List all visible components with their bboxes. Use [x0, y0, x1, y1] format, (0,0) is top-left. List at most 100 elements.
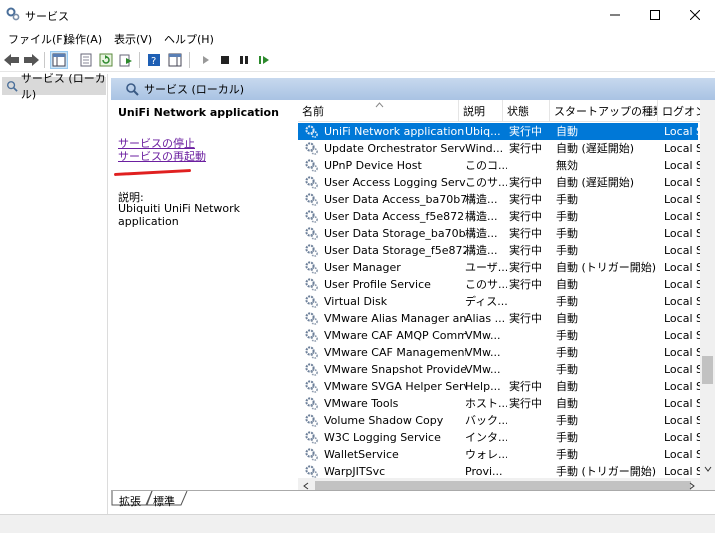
cell-status	[509, 293, 553, 310]
refresh-button[interactable]	[97, 51, 115, 69]
cell-startup: 自動	[556, 312, 578, 325]
cell-name: VMware CAF Management ...	[324, 346, 466, 359]
cell-desc: このコ...	[465, 159, 507, 172]
cell-status: 実行中	[509, 380, 542, 393]
cell-status: 実行中	[509, 142, 542, 155]
cell-name: User Data Storage_ba70b7	[324, 227, 466, 240]
vertical-scrollbar[interactable]	[700, 100, 715, 493]
cell-logon: Local S	[664, 176, 700, 189]
cell-status	[509, 412, 553, 429]
properties-icon	[80, 53, 92, 67]
tab-extended[interactable]: 拡張	[119, 493, 141, 509]
cell-desc: VMw...	[465, 329, 501, 342]
cell-name: User Profile Service	[324, 278, 431, 291]
service-row[interactable]: W3C Logging Service インタ... 手動 Local S	[298, 429, 700, 446]
service-row[interactable]: User Data Access_ba70b7 構造... 実行中 手動 Local S	[298, 191, 700, 208]
back-button[interactable]	[3, 51, 21, 69]
service-row[interactable]: User Data Access_f5e872 構造... 実行中 手動 Local S	[298, 208, 700, 225]
cell-status: 実行中	[509, 397, 542, 410]
menu-action[interactable]: 操作(A)	[64, 31, 102, 47]
service-row[interactable]: VMware CAF AMQP Comm... VMw... 手動 Local S	[298, 327, 700, 344]
service-row[interactable]: UPnP Device Host このコ... 無効 Local S	[298, 157, 700, 174]
forward-button[interactable]	[22, 51, 40, 69]
maximize-button[interactable]	[635, 0, 675, 29]
pause-icon	[240, 56, 248, 64]
horizontal-scroll-thumb[interactable]	[315, 481, 691, 490]
cell-desc: ホスト...	[465, 397, 507, 410]
service-row[interactable]: Update Orchestrator Service Wind... 実行中 自動 …	[298, 140, 700, 157]
restart-service-button[interactable]	[255, 51, 273, 69]
cell-desc: ユーザ...	[465, 261, 507, 274]
column-description[interactable]: 説明	[459, 100, 503, 122]
magnifier-gear-icon	[126, 83, 139, 96]
cell-desc: インタ...	[465, 431, 507, 444]
cell-startup: 無効	[556, 159, 578, 172]
service-row[interactable]: User Profile Service このサ... 実行中 自動 Local S	[298, 276, 700, 293]
service-row[interactable]: User Data Storage_ba70b7 構造... 実行中 手動 Local …	[298, 225, 700, 242]
column-name[interactable]: 名前	[298, 100, 459, 122]
cell-status: 実行中	[509, 193, 542, 206]
cell-desc: このサ...	[465, 176, 507, 189]
panel-header-title: サービス (ローカル)	[144, 83, 245, 96]
service-row[interactable]: VMware Snapshot Provider VMw... 手動 Local S	[298, 361, 700, 378]
service-row[interactable]: WalletService ウォレ... 手動 Local S	[298, 446, 700, 463]
column-status[interactable]: 状態	[503, 100, 550, 122]
menu-file[interactable]: ファイル(F)	[8, 31, 67, 47]
help-button[interactable]: ?	[145, 51, 163, 69]
restart-service-link[interactable]: サービスの再起動	[118, 148, 206, 164]
cell-name: User Manager	[324, 261, 401, 274]
cell-startup: 自動	[556, 397, 578, 410]
cell-status	[509, 361, 553, 378]
service-row[interactable]: User Access Logging Service このサ... 実行中 自動 (…	[298, 174, 700, 191]
show-hide-console-tree-button[interactable]	[50, 51, 68, 69]
start-service-button[interactable]	[197, 51, 215, 69]
service-row[interactable]: Virtual Disk ディス... 手動 Local S	[298, 293, 700, 310]
cell-startup: 手動	[556, 295, 578, 308]
service-row[interactable]: UniFi Network application Ubiq... 実行中 自動 Loc…	[298, 123, 700, 140]
help-icon: ?	[148, 54, 160, 67]
cell-startup: 自動 (トリガー開始)	[556, 261, 657, 274]
forward-arrow-icon	[24, 54, 39, 66]
cell-logon: Local S	[664, 329, 700, 342]
service-gear-icon	[305, 244, 318, 257]
console-tree-icon	[52, 53, 66, 67]
service-row[interactable]: VMware SVGA Helper ServiceHelp... 実行中 自動 Lo…	[298, 378, 700, 395]
show-action-pane-button[interactable]	[166, 51, 184, 69]
service-row[interactable]: VMware CAF Management ...VMw... 手動 Local S	[298, 344, 700, 361]
service-gear-icon	[305, 346, 318, 359]
service-gear-icon	[305, 261, 318, 274]
minimize-button[interactable]	[595, 0, 635, 29]
menu-view[interactable]: 表示(V)	[114, 31, 152, 47]
cell-logon: Local S	[664, 159, 700, 172]
service-row[interactable]: Volume Shadow Copy バック... 手動 Local S	[298, 412, 700, 429]
menu-help[interactable]: ヘルプ(H)	[164, 31, 214, 47]
pause-service-button[interactable]	[235, 51, 253, 69]
export-list-button[interactable]	[117, 51, 135, 69]
cell-name: VMware Tools	[324, 397, 399, 410]
cell-status	[509, 429, 553, 446]
close-button[interactable]	[675, 0, 715, 29]
cell-logon: Local S	[664, 448, 700, 461]
column-logon[interactable]: ログオン	[658, 100, 700, 122]
cell-desc: VMw...	[465, 346, 501, 359]
service-row[interactable]: VMware Alias Manager and ...Alias ...実行中…	[298, 310, 700, 327]
cell-status: 実行中	[509, 312, 542, 325]
cell-logon: Local S	[664, 227, 700, 240]
cell-name: Virtual Disk	[324, 295, 388, 308]
service-row[interactable]: User Data Storage_f5e872 構造... 実行中 手動 Local …	[298, 242, 700, 259]
tree-node-services-local[interactable]: サービス (ローカル)	[2, 72, 106, 101]
cell-startup: 手動	[556, 346, 578, 359]
close-icon	[690, 9, 700, 20]
cell-startup: 手動	[556, 244, 578, 257]
cell-desc: VMw...	[465, 363, 501, 376]
service-gear-icon	[305, 465, 318, 478]
properties-button[interactable]	[77, 51, 95, 69]
tab-standard[interactable]: 標準	[153, 493, 175, 509]
vertical-scroll-thumb[interactable]	[702, 356, 713, 384]
service-row[interactable]: User Manager ユーザ... 実行中 自動 (トリガー開始) Local S	[298, 259, 700, 276]
stop-service-button[interactable]	[216, 51, 234, 69]
cell-name: UPnP Device Host	[324, 159, 422, 172]
service-row[interactable]: VMware Tools ホスト... 実行中 自動 Local S	[298, 395, 700, 412]
cell-status	[509, 344, 553, 361]
column-startup-type[interactable]: スタートアップの種類	[550, 100, 658, 122]
